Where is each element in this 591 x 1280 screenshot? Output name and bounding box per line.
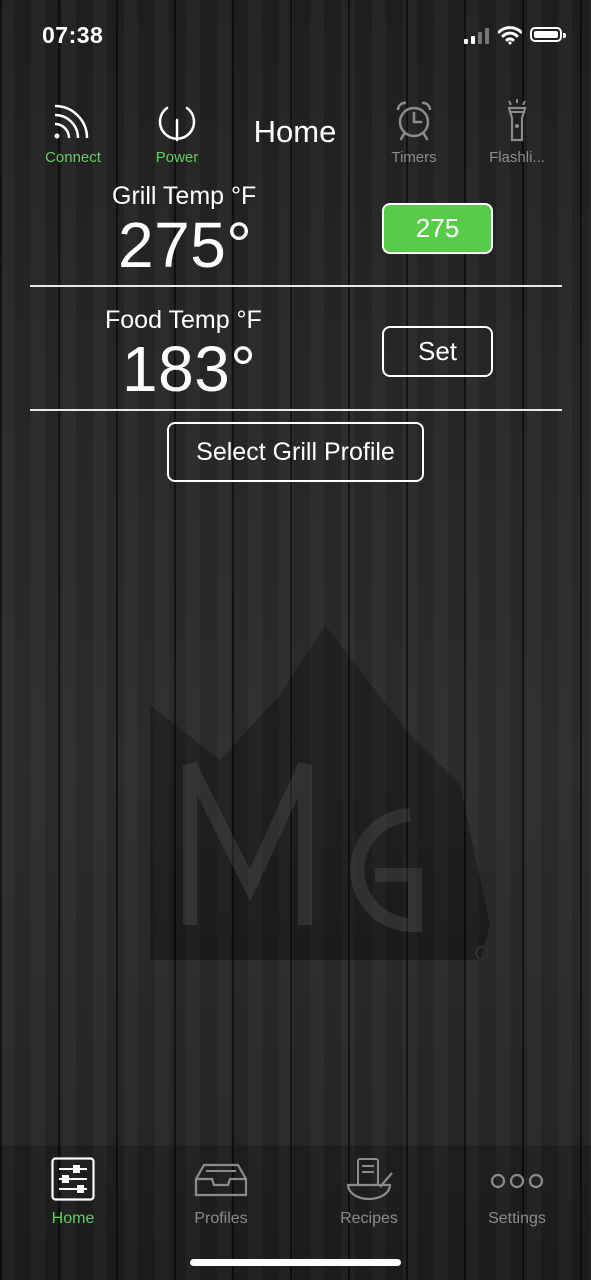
tray-icon <box>194 1163 248 1197</box>
power-label: Power <box>155 149 199 166</box>
tab-recipes-label: Recipes <box>340 1210 398 1227</box>
cellular-signal-icon <box>464 28 489 44</box>
status-time: 07:38 <box>42 22 104 48</box>
grill-temp-label: Grill Temp °F <box>112 182 257 210</box>
power-icon <box>158 106 196 142</box>
timers-label: Timers <box>391 149 437 166</box>
tab-settings-label: Settings <box>488 1210 546 1227</box>
grill-temp-value: 275° <box>118 209 253 281</box>
grill-target-button[interactable]: 275 <box>382 203 493 254</box>
food-temp-label: Food Temp °F <box>105 306 262 334</box>
battery-icon <box>530 27 566 42</box>
alarm-clock-icon <box>396 101 432 141</box>
tab-profiles[interactable]: Profiles <box>166 1157 276 1228</box>
timers-button[interactable]: Timers <box>369 98 459 166</box>
divider <box>30 409 562 411</box>
connect-button[interactable]: Connect <box>28 98 118 166</box>
wifi-icon <box>498 26 522 45</box>
sliders-icon <box>51 1157 95 1201</box>
status-bar: 07:38 <box>0 0 591 72</box>
home-indicator[interactable] <box>190 1259 401 1266</box>
page-title: Home <box>253 114 337 149</box>
flashlight-button[interactable]: Flashli... <box>472 98 562 166</box>
tab-home-label: Home <box>51 1210 95 1227</box>
flashlight-icon <box>507 99 527 142</box>
tab-profiles-label: Profiles <box>194 1210 248 1227</box>
wireless-signal-icon <box>54 104 89 139</box>
flashlight-label: Flashli... <box>489 149 545 166</box>
connect-label: Connect <box>45 149 101 166</box>
power-button[interactable]: Power <box>132 98 222 166</box>
tab-recipes[interactable]: Recipes <box>314 1157 424 1228</box>
ellipsis-icon <box>490 1173 544 1189</box>
brand-logo-watermark <box>150 625 490 960</box>
divider <box>30 285 562 287</box>
food-set-button[interactable]: Set <box>382 326 493 377</box>
food-temp-value: 183° <box>122 333 257 405</box>
cooking-icon <box>346 1158 393 1201</box>
tab-home[interactable]: Home <box>18 1157 128 1228</box>
select-grill-profile-button[interactable]: Select Grill Profile <box>167 422 424 482</box>
tab-settings[interactable]: Settings <box>462 1157 572 1228</box>
